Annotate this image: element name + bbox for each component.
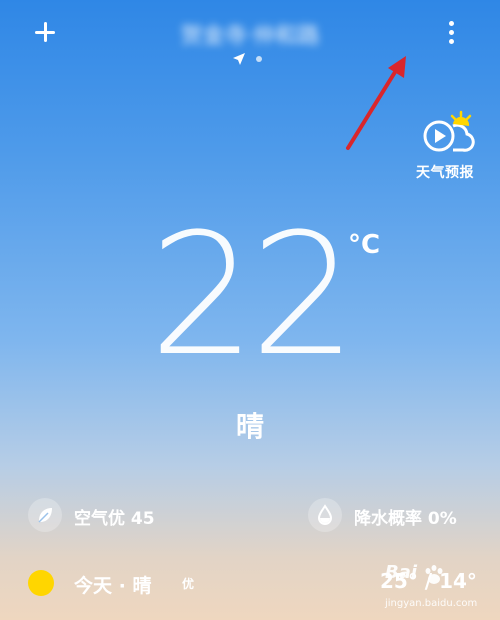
dot-icon <box>449 30 454 35</box>
precipitation-chip[interactable]: 降水概率 0% <box>308 498 483 534</box>
air-quality-label: 空气优 45 <box>74 509 155 529</box>
watermark-logo: Bai <box>385 562 418 583</box>
air-quality-chip[interactable]: 空气优 45 <box>28 498 228 534</box>
paw-icon <box>425 565 443 584</box>
dot-icon <box>449 21 454 26</box>
precipitation-label: 降水概率 0% <box>354 509 457 529</box>
annotation-arrow <box>346 56 406 150</box>
watermark-url: jingyan.baidu.com <box>385 598 478 609</box>
top-bar: 贺金寺·仲和路 <box>0 0 500 70</box>
page-indicator <box>232 52 272 66</box>
current-temperature: 22 <box>149 197 357 393</box>
weather-screen: 贺金寺·仲和路 天气预报 22 °C 晴 空气优 45 降水概率 0% 今天 ·… <box>0 0 500 620</box>
today-label: 今天 · 晴 <box>74 575 152 597</box>
location-arrow-icon <box>233 53 245 65</box>
air-quality-badge: 优 <box>182 577 195 591</box>
page-dot <box>256 56 262 62</box>
forecast-video-icon <box>423 110 475 152</box>
raindrop-icon <box>308 498 342 532</box>
more-options-button[interactable] <box>440 16 464 50</box>
forecast-label: 天气预报 <box>416 165 474 181</box>
forecast-video-button[interactable]: 天气预报 <box>410 110 480 184</box>
leaf-icon <box>28 498 62 532</box>
sun-icon <box>28 570 54 596</box>
dot-icon <box>449 39 454 44</box>
temperature-unit: °C <box>348 230 381 260</box>
location-title[interactable]: 贺金寺·仲和路 <box>165 18 335 50</box>
add-city-button[interactable] <box>28 14 62 48</box>
baidu-watermark: Bai jingyan.baidu.com <box>385 560 495 620</box>
weather-condition: 晴 <box>235 410 264 443</box>
